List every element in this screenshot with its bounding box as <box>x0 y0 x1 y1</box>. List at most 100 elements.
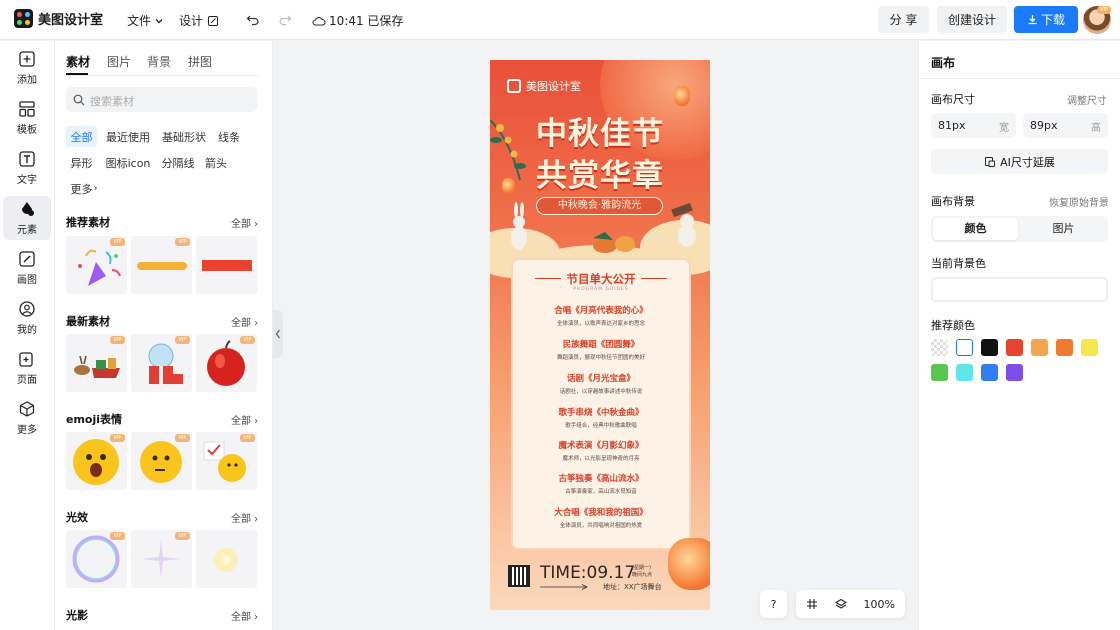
ai-extend-button[interactable]: AI尺寸延展 <box>931 149 1108 174</box>
section-all-recommended[interactable]: 全部 › <box>231 215 258 230</box>
tab-materials[interactable]: 素材 <box>66 53 90 70</box>
color-swatch[interactable] <box>1006 339 1023 356</box>
redo-icon[interactable] <box>278 12 292 26</box>
file-menu[interactable]: 文件 <box>127 12 164 29</box>
event-time-note: (星期一) 晚间九点 <box>632 565 653 578</box>
nav-elements[interactable]: 元素 <box>3 196 51 240</box>
nav-draw-label: 画图 <box>17 275 37 286</box>
tab-divider <box>66 75 258 76</box>
chevron-left-icon <box>275 329 281 339</box>
section-title-recommended: 推荐素材 <box>66 216 110 229</box>
asset-red-apple[interactable]: VIP <box>196 334 257 392</box>
asset-emoji-thinking[interactable]: VIP <box>131 432 192 490</box>
nav-draw[interactable]: 画图 <box>3 246 51 290</box>
section-all-emoji[interactable]: 全部 › <box>231 412 258 427</box>
asset-emoji-shocked[interactable]: VIP <box>66 432 127 490</box>
program-desc: 魔术师，以光影呈现神奇的月亮 <box>562 456 640 462</box>
height-field[interactable]: 89px 高 <box>1023 113 1108 138</box>
layers-icon[interactable] <box>834 598 847 610</box>
nav-add[interactable]: 添加 <box>3 46 51 90</box>
help-button[interactable]: ? <box>760 590 787 618</box>
color-swatch[interactable] <box>1056 339 1073 356</box>
color-swatch[interactable] <box>981 364 998 381</box>
nav-text[interactable]: 文字 <box>3 146 51 190</box>
chip-arrows[interactable]: 箭头 <box>202 152 230 173</box>
asset-glow[interactable] <box>196 530 257 588</box>
asset-red-bar[interactable] <box>196 236 257 294</box>
chip-icons[interactable]: 图标icon <box>102 152 154 173</box>
chip-basic-shapes[interactable]: 基础形状 <box>158 126 210 147</box>
asset-snowglobe-gift[interactable]: VIP <box>131 334 192 392</box>
asset-bubble[interactable]: VIP <box>66 530 127 588</box>
chip-irregular[interactable]: 异形 <box>66 152 97 173</box>
chip-lines[interactable]: 线条 <box>214 126 244 147</box>
section-all-light-shadow[interactable]: 全部 › <box>231 608 258 623</box>
asset-yellow-brush[interactable]: VIP <box>131 236 192 294</box>
chip-all[interactable]: 全部 <box>66 126 97 147</box>
left-nav: 添加 模板 文字 元素 画图 我的 页面 更多 <box>0 41 55 630</box>
section-all-light-effects[interactable]: 全部 › <box>231 510 258 525</box>
section-all-latest[interactable]: 全部 › <box>231 314 258 329</box>
color-swatch[interactable] <box>1006 364 1023 381</box>
zoom-level[interactable]: 100% <box>864 598 895 611</box>
color-swatch[interactable] <box>1031 339 1048 356</box>
nav-page[interactable]: 页面 <box>3 346 51 390</box>
collapse-panel-handle[interactable] <box>273 310 283 358</box>
rabbit-icon <box>511 202 527 250</box>
create-design-button[interactable]: 创建设计 <box>937 6 1007 33</box>
search-placeholder: 搜索素材 <box>90 95 134 108</box>
edit-icon <box>208 15 219 26</box>
asset-sparkle[interactable]: VIP <box>131 530 192 588</box>
ai-extend-label: AI尺寸延展 <box>1000 155 1055 169</box>
tab-collage[interactable]: 拼图 <box>188 53 212 70</box>
current-bg-swatch[interactable] <box>931 277 1108 302</box>
program-desc: 舞蹈演员，展现中秋佳节团圆的美好 <box>556 355 645 361</box>
app-logo[interactable]: 美图设计室 <box>14 9 103 28</box>
chip-dividers[interactable]: 分隔线 <box>158 152 198 173</box>
asset-party-popper[interactable]: VIP <box>66 236 127 294</box>
program-card[interactable]: 节目单大公开 PROGRAM GUIDES 合唱《月亮代表我的心》 全体演员，以… <box>511 258 691 550</box>
download-button[interactable]: 下载 <box>1014 6 1078 33</box>
chevron-down-icon <box>155 18 163 23</box>
poster-title-line1[interactable]: 中秋佳节 <box>490 108 710 153</box>
adjust-size-link[interactable]: 调整尺寸 <box>1067 92 1107 107</box>
program-title: 大合唱《我和我的祖国》 <box>554 508 648 518</box>
program-title: 歌手串烧《中秋金曲》 <box>558 408 644 418</box>
program-desc: 古筝演奏家，高山流水觅知音 <box>565 489 637 495</box>
poster-canvas[interactable]: 美图设计室 中秋佳节 共赏华章 中秋晚会·雅韵流光 节目单大公开 PROGRAM… <box>490 60 710 610</box>
color-swatch[interactable] <box>981 339 998 356</box>
program-title: 合唱《月亮代表我的心》 <box>554 306 648 316</box>
bg-type-image[interactable]: 图片 <box>1021 218 1106 240</box>
poster-title-line2[interactable]: 共赏华章 <box>490 150 710 195</box>
app-name: 美图设计室 <box>38 13 104 28</box>
color-swatch[interactable] <box>1081 339 1098 356</box>
nav-more[interactable]: 更多 <box>3 396 51 440</box>
bg-type-color[interactable]: 颜色 <box>933 218 1018 240</box>
nav-template[interactable]: 模板 <box>3 96 51 140</box>
properties-panel: 画布 画布尺寸 调整尺寸 81px 宽 89px 高 AI尺寸延展 画布背景 恢… <box>918 41 1120 630</box>
asset-reindeer-sleigh[interactable]: VIP <box>66 334 127 392</box>
download-label: 下载 <box>1040 13 1065 27</box>
share-button[interactable]: 分 享 <box>878 6 929 33</box>
program-desc: 话剧社，以穿越故事讲述中秋传说 <box>559 389 643 395</box>
color-swatch[interactable] <box>931 364 948 381</box>
nav-mine[interactable]: 我的 <box>3 296 51 340</box>
search-input[interactable]: 搜索素材 <box>66 87 257 112</box>
width-field[interactable]: 81px 宽 <box>931 113 1016 138</box>
undo-icon[interactable] <box>246 12 260 26</box>
poster-subtitle[interactable]: 中秋晚会·雅韵流光 <box>536 197 663 215</box>
grid-icon[interactable] <box>806 598 818 610</box>
color-swatch[interactable] <box>956 364 973 381</box>
panel-divider <box>919 78 1120 79</box>
color-swatch[interactable] <box>931 339 948 356</box>
tab-backgrounds[interactable]: 背景 <box>147 53 171 70</box>
chip-recent[interactable]: 最近使用 <box>102 126 154 147</box>
restore-bg-link[interactable]: 恢复原始背景 <box>1049 194 1109 209</box>
current-bg-label: 当前背景色 <box>931 257 986 270</box>
color-swatch[interactable] <box>956 339 973 356</box>
chip-more-label: 更多 <box>70 182 93 196</box>
tab-images[interactable]: 图片 <box>107 53 131 70</box>
asset-emoji-chick[interactable]: VIP <box>196 432 257 490</box>
design-menu[interactable]: 设计 <box>179 12 219 29</box>
chip-more[interactable]: 更多 › <box>66 178 102 199</box>
